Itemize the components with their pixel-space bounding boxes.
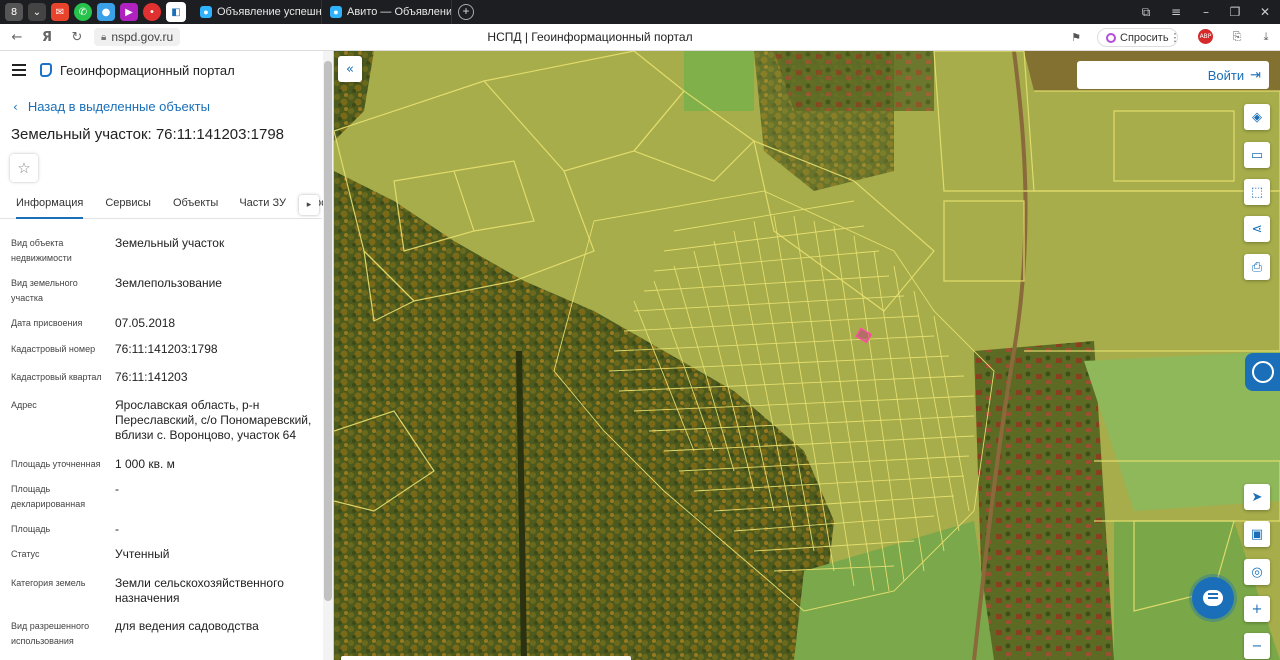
map-scale-bar xyxy=(341,656,631,660)
whatsapp-icon[interactable]: ✆ xyxy=(74,3,92,21)
login-icon: ⇥ xyxy=(1250,67,1261,83)
browser-tab-bar: 8 ⌄ ✉ ✆ ● ▶ • ◧ ● Объявление успешно отр… xyxy=(0,0,1280,24)
map-view[interactable] xyxy=(334,51,1280,660)
tab-label: Объявление успешно отр xyxy=(217,6,322,18)
nspd-active-tab-icon[interactable]: ◧ xyxy=(166,2,186,22)
print-icon[interactable]: ⎙ xyxy=(1244,254,1270,280)
tabs-scroll-right-icon[interactable]: ▸ xyxy=(299,195,319,215)
zoom-in-button[interactable]: + xyxy=(1244,596,1270,622)
panel-header: Геоинформационный портал xyxy=(0,51,333,89)
chat-button[interactable] xyxy=(1192,577,1234,619)
minimap-icon[interactable]: ▣ xyxy=(1244,521,1270,547)
attr-key: Площадь xyxy=(11,524,51,534)
tabs-dropdown-icon[interactable]: ⌄ xyxy=(28,3,46,21)
attr-value: Ярославская область, р-н Переславский, с… xyxy=(115,398,312,442)
minimize-icon[interactable]: – xyxy=(1191,0,1221,24)
avito-favicon-icon: ● xyxy=(330,6,342,18)
attr-key: Кадастровый квартал xyxy=(11,372,102,382)
favorite-star-icon[interactable]: ☆ xyxy=(10,154,38,182)
feedback-badge[interactable] xyxy=(1245,353,1280,391)
download-icon[interactable]: ⤓ xyxy=(1258,29,1274,45)
bookmarks-panel-icon[interactable]: ⧉ xyxy=(1131,0,1161,24)
hamburger-menu-icon[interactable] xyxy=(12,64,26,76)
login-label: Войти xyxy=(1207,67,1245,83)
tab-objects[interactable]: Объекты xyxy=(173,191,218,219)
attr-value: для ведения садоводства xyxy=(115,619,259,633)
satellite-map[interactable] xyxy=(334,51,1280,660)
share-icon[interactable]: ⋖ xyxy=(1244,216,1270,242)
video-icon[interactable]: ▶ xyxy=(120,3,138,21)
attr-key: Вид объекта недвижимости xyxy=(11,238,72,263)
avito-pinned-icon[interactable]: ● xyxy=(97,3,115,21)
object-title: Земельный участок: 76:11:141203:1798 xyxy=(11,126,285,143)
layers-icon[interactable]: ◈ xyxy=(1244,104,1270,130)
tab-avito-main[interactable]: ● Авито — Объявления на с xyxy=(322,0,452,24)
reader-icon[interactable]: ⎘ xyxy=(1229,29,1245,45)
geolocation-icon[interactable]: ➤ xyxy=(1244,484,1270,510)
avito-favicon-icon: ● xyxy=(200,6,212,18)
attr-value: Землепользование xyxy=(115,276,222,290)
tab-info[interactable]: Информация xyxy=(16,191,84,219)
new-tab-button[interactable]: + xyxy=(458,4,474,20)
adblock-label: ABP xyxy=(1199,33,1212,40)
portal-logo-icon xyxy=(40,63,52,77)
attr-value: Учтенный xyxy=(115,547,170,561)
attr-value: Земли сельскохозяйственного назначения xyxy=(115,576,284,605)
attr-value: 76:11:141203 xyxy=(115,370,188,384)
menu-lines-icon[interactable]: ≡ xyxy=(1161,0,1191,24)
attr-key: Площадь уточненная xyxy=(11,459,101,469)
select-area-icon[interactable]: ⬚ xyxy=(1244,179,1270,205)
close-icon[interactable]: ✕ xyxy=(1250,0,1280,24)
browser-menu-icon[interactable]: 8 xyxy=(5,3,23,21)
attr-key: Вид разрешенного использования xyxy=(11,621,90,646)
attr-key: Вид земельного участка xyxy=(11,278,78,303)
mail-icon[interactable]: ✉ xyxy=(51,3,69,21)
address-bar: ← Я ↻ 🔒︎ nspd.gov.ru НСПД | Геоинформаци… xyxy=(0,24,1280,51)
feedback-icon xyxy=(1251,361,1274,383)
attr-value: - xyxy=(115,482,119,496)
tab-services[interactable]: Сервисы xyxy=(105,191,151,219)
tab-label: Авито — Объявления на с xyxy=(347,6,452,18)
attr-key: Статус xyxy=(11,549,40,559)
panel-scroll-thumb[interactable] xyxy=(324,61,332,601)
attr-value: Земельный участок xyxy=(115,236,225,250)
bookmark-icon[interactable]: ⚑ xyxy=(1068,29,1084,45)
search-location-icon[interactable]: ◎ xyxy=(1244,559,1270,585)
attr-value: 07.05.2018 xyxy=(115,316,176,330)
zoom-out-button[interactable]: − xyxy=(1244,633,1270,659)
chevron-left-icon: ‹ xyxy=(13,99,18,114)
ruler-icon[interactable]: ▭ xyxy=(1244,142,1270,168)
attr-key: Адрес xyxy=(11,400,37,410)
tab-avito-success[interactable]: ● Объявление успешно отр xyxy=(192,0,322,24)
attr-key: Дата присвоения xyxy=(11,318,83,328)
back-link-label: Назад в выделенные объекты xyxy=(27,99,210,114)
ask-button[interactable]: Спросить xyxy=(1097,28,1178,47)
attr-value: 76:11:141203:1798 xyxy=(115,342,218,356)
login-button[interactable]: Войти ⇥ xyxy=(1077,61,1269,89)
maps-pin-icon[interactable]: • xyxy=(143,3,161,21)
attr-key: Площадь декларированная xyxy=(11,484,86,509)
attr-value: - xyxy=(115,522,119,536)
attr-value: 1 000 кв. м xyxy=(115,457,175,471)
portal-name: Геоинформационный портал xyxy=(60,62,235,78)
page-title: НСПД | Геоинформационный портал xyxy=(487,30,693,44)
attr-key: Кадастровый номер xyxy=(11,344,96,354)
chat-icon xyxy=(1203,590,1223,606)
restore-icon[interactable]: ❐ xyxy=(1220,0,1250,24)
back-to-selected-link[interactable]: ‹ Назад в выделенные объекты xyxy=(13,99,210,114)
alice-icon xyxy=(1106,32,1116,43)
attr-key: Категория земель xyxy=(11,578,86,588)
collapse-panel-button[interactable]: « xyxy=(338,56,362,82)
more-vertical-icon[interactable]: ⋮ xyxy=(1167,29,1183,45)
adblock-icon[interactable]: ABP xyxy=(1198,29,1213,44)
panel-tabs: Информация Сервисы Объекты Части ЗУ Сост… xyxy=(0,191,333,219)
tab-parts[interactable]: Части ЗУ xyxy=(239,191,286,219)
ask-label: Спросить xyxy=(1120,31,1169,44)
object-info-panel: Геоинформационный портал ‹ Назад в выдел… xyxy=(0,51,334,660)
